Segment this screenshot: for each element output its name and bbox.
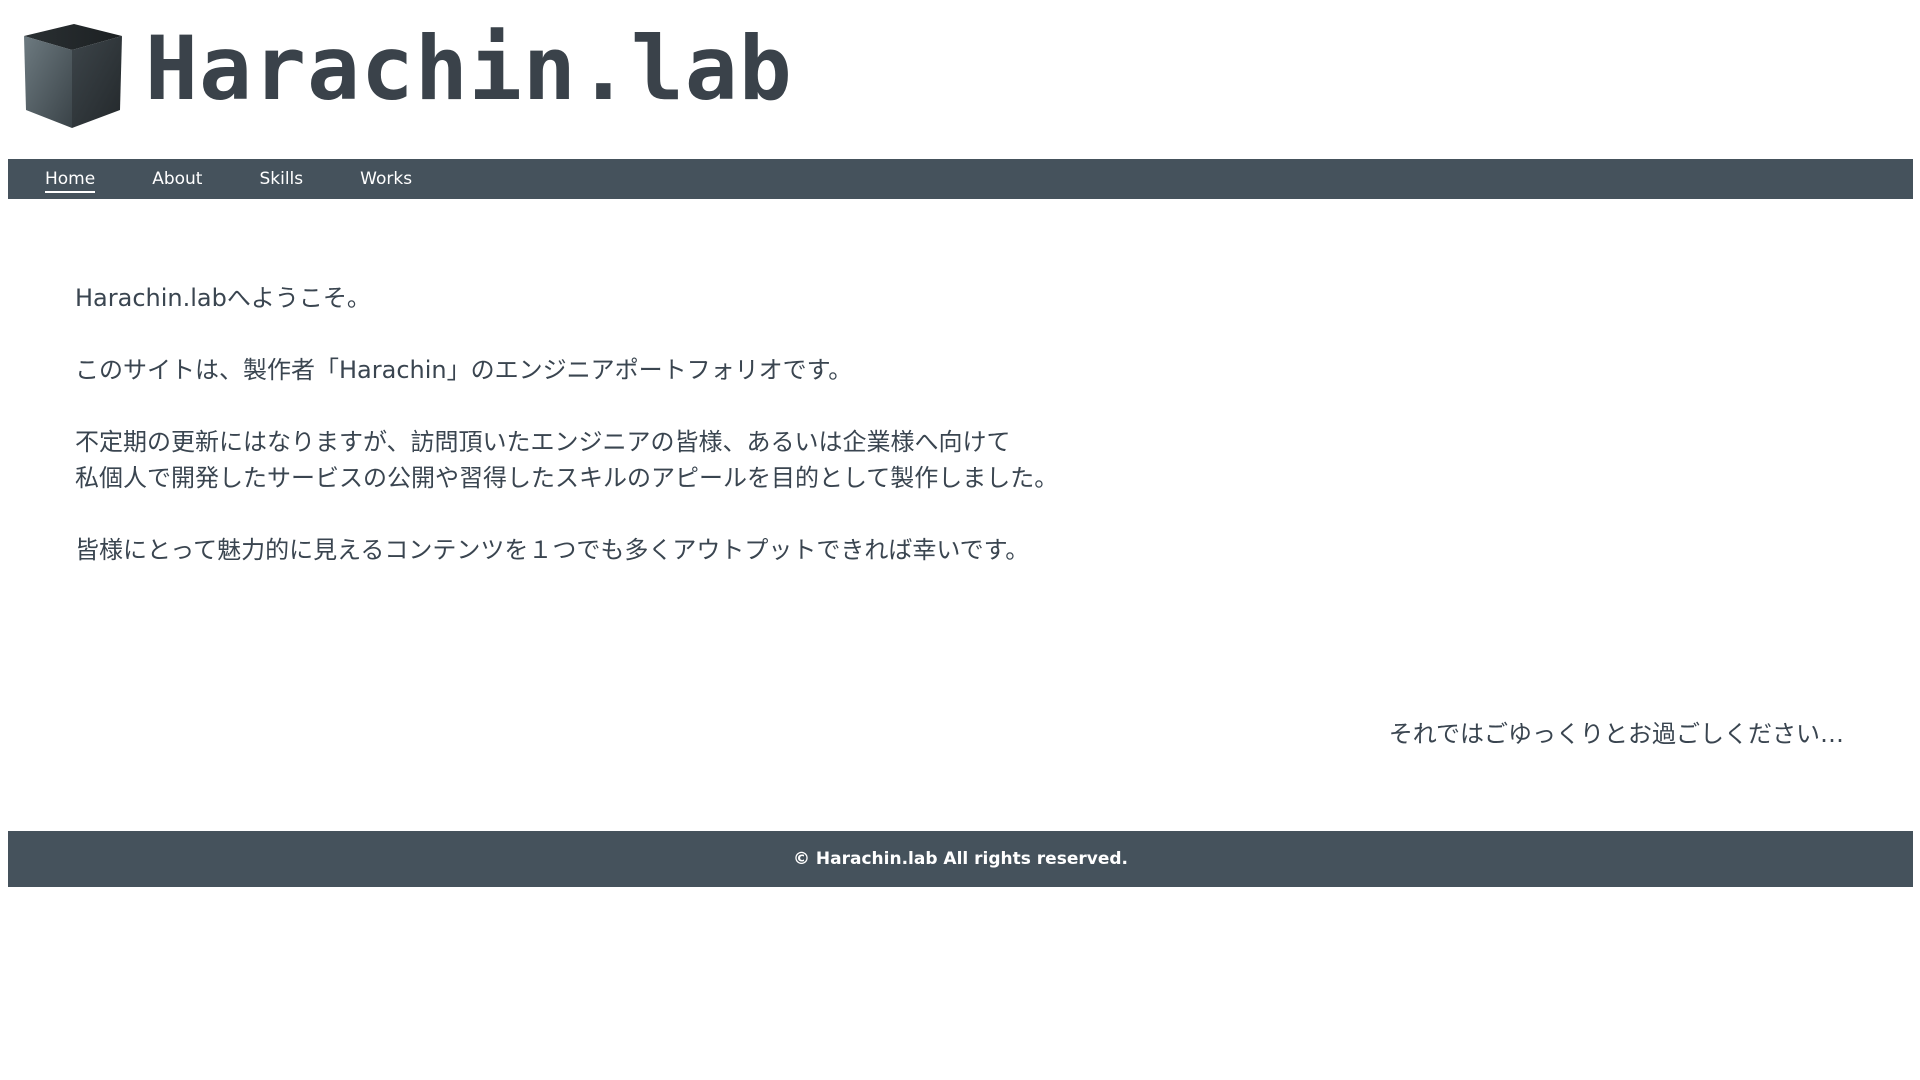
- intro-text: このサイトは、製作者「Harachin」のエンジニアポートフォリオです。: [75, 356, 853, 384]
- site-logo-text[interactable]: Harachin.lab: [145, 10, 793, 128]
- nav-item-skills[interactable]: Skills: [259, 159, 303, 199]
- purpose-text: 不定期の更新にはなりますが、訪問頂いたエンジニアの皆様、あるいは企業様へ向けて …: [75, 428, 1059, 492]
- site-header: Harachin.lab: [0, 0, 1920, 158]
- copyright-text: © Harachin.lab All rights reserved.: [793, 849, 1128, 869]
- main-nav: Home About Skills Works: [8, 159, 1913, 199]
- wish-text: 皆様にとって魅力的に見えるコンテンツを１つでも多くアウトプットできれば幸いです。: [75, 536, 1030, 564]
- site-footer: © Harachin.lab All rights reserved.: [8, 831, 1913, 887]
- nav-item-about[interactable]: About: [152, 159, 202, 199]
- closing-text: それではごゆっくりとお過ごしください…: [1388, 720, 1844, 748]
- cube-icon[interactable]: [22, 22, 124, 130]
- main-content: Harachin.labへようこそ。 このサイトは、製作者「Harachin」の…: [75, 280, 1875, 604]
- welcome-text: Harachin.labへようこそ。: [75, 284, 371, 312]
- nav-item-works[interactable]: Works: [360, 159, 412, 199]
- nav-item-home[interactable]: Home: [45, 159, 96, 199]
